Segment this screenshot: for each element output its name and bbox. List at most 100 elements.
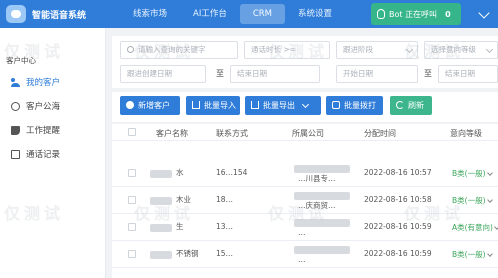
chevron-down-icon	[486, 251, 493, 257]
chevron-down-icon	[485, 45, 494, 54]
phone-icon	[332, 101, 340, 109]
intent-grade-label: B类(一般)	[452, 196, 486, 205]
chevron-down-icon	[301, 100, 310, 109]
intent-grade-label: B类(一般)	[452, 169, 486, 178]
table-row[interactable]: 木业 18… …庆商贸… 2022-08-16 10:58 B类(一般)	[112, 187, 498, 214]
sidebar-item-label: 工作提醒	[26, 126, 61, 136]
call-duration-input[interactable]: 通话时长 >=	[244, 41, 330, 59]
nav-item-crm[interactable]: CRM	[239, 4, 286, 24]
intent-grade-placeholder: 选择意向等级	[431, 45, 476, 54]
intent-grade-select[interactable]: 选择意向等级	[424, 41, 498, 59]
customer-name: 木业	[176, 195, 191, 204]
bot-calling-count: 0	[445, 9, 451, 19]
batch-dial-label: 批量拨打	[344, 101, 376, 110]
redacted-block	[294, 192, 350, 200]
customer-name: 水	[176, 168, 184, 177]
bot-calling-label: Bot 正在呼叫	[389, 9, 438, 19]
customer-table: 客户名称 联系方式 所属公司 分配时间 意向等级 水 16…154 …川县专… …	[112, 124, 498, 278]
assigned-time: 2022-08-16 10:59	[364, 222, 432, 231]
row-checkbox[interactable]	[128, 223, 136, 231]
chevron-down-icon	[486, 197, 493, 203]
microphone-icon	[377, 9, 385, 19]
bot-calling-button[interactable]: Bot 正在呼叫 0	[371, 3, 461, 25]
chevron-down-icon	[486, 170, 493, 176]
customer-phone: 18…	[216, 195, 234, 204]
follow-date-start-input[interactable]: 开始日期	[336, 65, 418, 83]
app-logo: 智能语音系统	[0, 5, 110, 23]
table-row[interactable]: 生 13… … 2022-08-16 10:59 A类(有意向)	[112, 214, 498, 241]
row-checkbox[interactable]	[128, 169, 136, 177]
batch-dial-button[interactable]: 批量拨打	[326, 96, 383, 115]
chevron-down-icon	[405, 45, 414, 54]
assigned-time: 2022-08-16 10:59	[364, 249, 432, 258]
sidebar-item-label: 客户公海	[26, 102, 61, 112]
table-header: 客户名称 联系方式 所属公司 分配时间 意向等级	[112, 124, 498, 141]
follow-stage-placeholder: 跟进阶段	[343, 45, 373, 54]
customer-company: …川县专…	[298, 174, 336, 183]
search-icon	[127, 46, 134, 53]
intent-grade[interactable]: A类(有意向)	[452, 222, 498, 233]
column-header-intent-grade: 意向等级	[450, 129, 482, 138]
nav-item-leads-market[interactable]: 线索市场	[120, 0, 180, 28]
created-date-end-input[interactable]: 结束日期	[230, 65, 320, 83]
sidebar-section-title: 客户中心	[6, 56, 36, 65]
sidebar-item-my-customers[interactable]: 我的客户	[0, 70, 105, 94]
intent-grade[interactable]: B类(一般)	[452, 249, 493, 260]
batch-export-button[interactable]: 批量导出	[245, 96, 321, 115]
table-row[interactable]: 水 16…154 …川县专… 2022-08-16 10:57 B类(一般)	[112, 160, 498, 187]
sidebar-item-label: 通话记录	[26, 150, 61, 160]
bell-icon	[11, 125, 20, 135]
batch-import-button[interactable]: 批量导入	[186, 96, 240, 115]
add-customer-button[interactable]: 新增客户	[120, 96, 180, 115]
column-header-name: 客户名称	[156, 129, 188, 138]
plus-icon	[126, 101, 134, 109]
customer-phone: 13…	[216, 222, 234, 231]
redacted-block	[150, 224, 172, 232]
sidebar-item-call-records[interactable]: 通话记录	[0, 142, 105, 166]
action-toolbar: 新增客户 批量导入 批量导出 批量拨打 刷新	[112, 92, 498, 122]
search-input[interactable]: 请输入查询的关键字	[120, 41, 238, 59]
customer-phone: 15…	[216, 249, 234, 258]
chevron-down-icon[interactable]	[478, 7, 490, 19]
search-placeholder: 请输入查询的关键字	[138, 45, 206, 54]
row-checkbox[interactable]	[128, 250, 136, 258]
nav-item-ai-workbench[interactable]: AI工作台	[180, 0, 240, 28]
users-icon	[11, 77, 20, 87]
intent-grade[interactable]: B类(一般)	[452, 195, 493, 206]
customer-name: 不锈钢	[176, 249, 199, 258]
intent-grade-label: A类(有意向)	[452, 223, 493, 232]
table-row[interactable]: 不锈钢 15… … 2022-08-16 10:59 B类(一般)	[112, 241, 498, 268]
assigned-time: 2022-08-16 10:58	[364, 195, 432, 204]
intent-grade[interactable]: B类(一般)	[452, 168, 493, 179]
assigned-time: 2022-08-16 10:57	[364, 168, 432, 177]
top-navbar: 智能语音系统 线索市场 AI工作台 CRM 系统设置 Bot 正在呼叫 0	[0, 0, 498, 28]
customer-company: …庆商贸…	[298, 201, 336, 210]
redacted-block	[294, 246, 350, 254]
sea-icon	[11, 101, 20, 111]
redacted-block	[294, 219, 350, 227]
add-customer-label: 新增客户	[138, 101, 170, 110]
created-date-start-input[interactable]: 跟进创建日期	[120, 65, 206, 83]
date-range-separator: 至	[216, 69, 224, 78]
follow-stage-select[interactable]: 跟进阶段	[336, 41, 418, 59]
sidebar-item-work-reminders[interactable]: 工作提醒	[0, 118, 105, 142]
main-nav: 线索市场 AI工作台 CRM 系统设置	[120, 0, 345, 28]
column-header-company: 所属公司	[292, 129, 324, 138]
date-range-separator: 至	[424, 69, 432, 78]
column-header-assigned-time: 分配时间	[364, 129, 396, 138]
nav-item-system-settings[interactable]: 系统设置	[285, 0, 345, 28]
refresh-button[interactable]: 刷新	[390, 96, 432, 115]
intent-grade-label: B类(一般)	[452, 250, 486, 259]
select-all-checkbox[interactable]	[128, 128, 136, 136]
redacted-block	[294, 165, 350, 173]
column-header-phone: 联系方式	[216, 129, 248, 138]
follow-date-end-input[interactable]: 结束日期	[438, 65, 498, 83]
batch-export-label: 批量导出	[263, 101, 295, 110]
chevron-down-icon	[494, 224, 498, 230]
redacted-block	[150, 197, 172, 205]
redacted-block	[150, 251, 172, 259]
row-checkbox[interactable]	[128, 196, 136, 204]
sidebar-item-customer-pool[interactable]: 客户公海	[0, 94, 105, 118]
customer-company: …	[298, 228, 306, 237]
sidebar: 客户中心 我的客户 客户公海 工作提醒 通话记录	[0, 28, 106, 278]
